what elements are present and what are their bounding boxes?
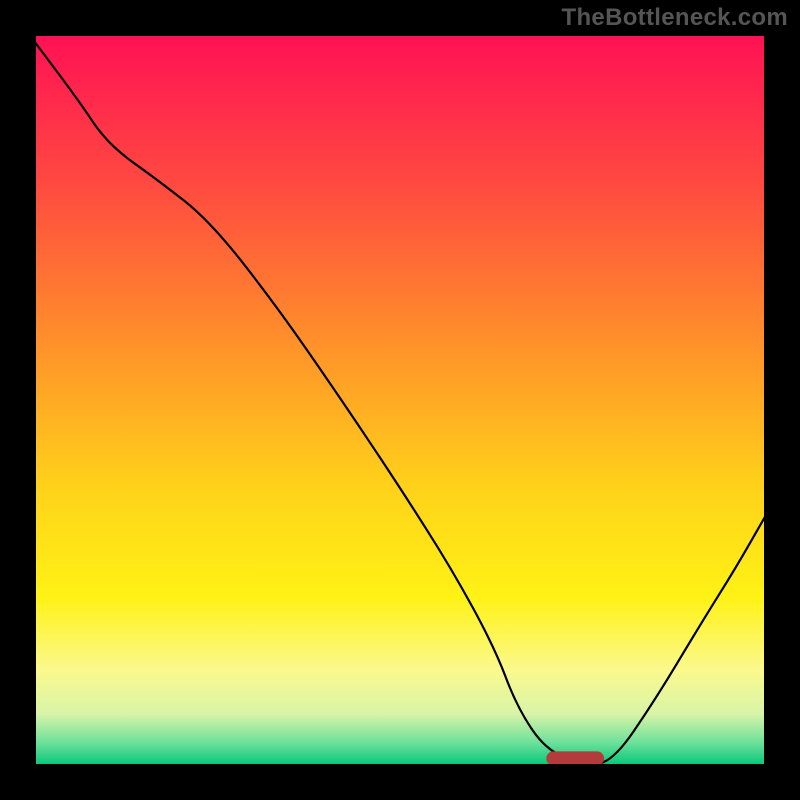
chart-svg (0, 0, 800, 800)
plot-background (35, 35, 765, 765)
chart-container: TheBottleneck.com (0, 0, 800, 800)
